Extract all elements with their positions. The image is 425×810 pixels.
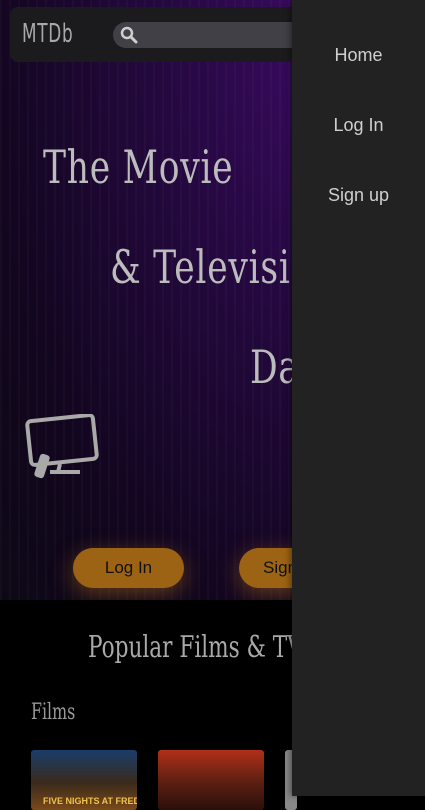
tv-icon	[24, 413, 102, 484]
hero-title-line-1: The Movie	[43, 140, 234, 194]
nav-item-signup[interactable]: Sign up	[292, 185, 425, 206]
nav-item-home[interactable]: Home	[292, 45, 425, 66]
films-label: Films	[31, 700, 76, 725]
film-poster[interactable]	[158, 750, 264, 810]
nav-drawer: Home Log In Sign up	[292, 0, 425, 796]
top-bar: MTDb	[10, 7, 340, 62]
poster-title: FIVE NIGHTS AT FREDDY'S	[43, 796, 137, 806]
hero-login-button[interactable]: Log In	[73, 548, 184, 588]
app-logo[interactable]: MTDb	[22, 19, 73, 49]
search-icon[interactable]	[120, 26, 138, 48]
page: MTDb The Movie & Television Data Log In …	[0, 0, 425, 810]
nav-item-login[interactable]: Log In	[292, 115, 425, 136]
film-poster[interactable]: FIVE NIGHTS AT FREDDY'S	[31, 750, 137, 810]
